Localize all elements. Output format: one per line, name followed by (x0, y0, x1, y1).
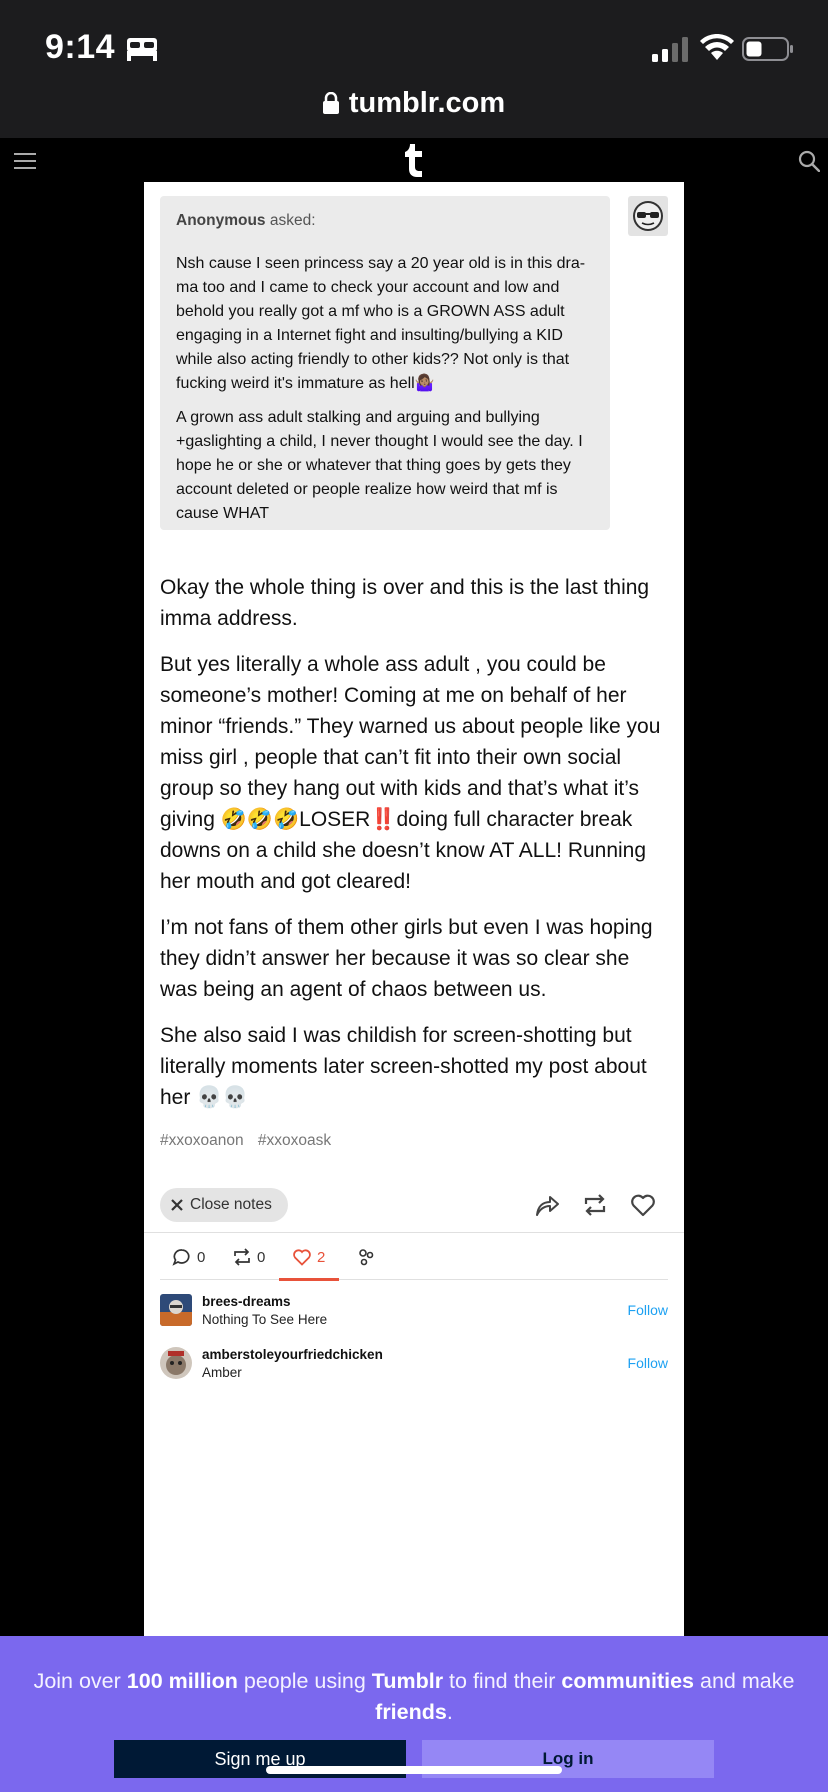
note-blog-title: Nothing To See Here (202, 1312, 328, 1327)
reblogs-count: 0 (257, 1248, 266, 1266)
wifi-icon (700, 34, 734, 60)
signal-icon (652, 37, 688, 62)
community-icon (359, 1249, 374, 1266)
status-bar: 9:14 (0, 0, 828, 88)
close-notes-button[interactable]: Close notes (160, 1188, 288, 1222)
notes-tabs: 0 0 2 (160, 1234, 668, 1281)
tag-link[interactable]: #xxoxoask (258, 1132, 331, 1149)
answer-body: Okay the whole thing is over and this is… (160, 572, 672, 1128)
follow-button[interactable]: Follow (628, 1302, 668, 1318)
note-item[interactable]: brees-dreams Nothing To See Here Follow (160, 1294, 668, 1330)
lock-icon (322, 92, 339, 114)
ask-box: Anonymous asked: Nsh cause I seen prince… (160, 196, 610, 530)
status-time: 9:14 (45, 28, 116, 66)
active-tab-indicator (279, 1278, 339, 1281)
note-item[interactable]: amberstoleyourfriedchicken Amber Follow (160, 1347, 668, 1383)
anonymous-sunglasses-icon (633, 201, 663, 231)
browser-url-bar[interactable]: tumblr.com (0, 86, 828, 138)
heart-icon (293, 1249, 311, 1266)
search-icon[interactable] (798, 150, 820, 172)
battery-icon (742, 37, 793, 61)
anonymous-avatar (628, 196, 668, 236)
tab-reblogs[interactable]: 0 (232, 1234, 265, 1280)
tab-likes[interactable]: 2 (292, 1234, 325, 1280)
site-header (0, 138, 828, 182)
menu-icon[interactable] (14, 152, 36, 170)
tab-community[interactable] (356, 1234, 376, 1280)
answer-paragraph: I’m not fans of them other girls but eve… (160, 916, 653, 1001)
close-notes-label: Close notes (190, 1196, 272, 1213)
tumblr-logo-icon[interactable] (404, 142, 426, 178)
replies-count: 0 (197, 1248, 206, 1266)
home-indicator[interactable] (266, 1766, 562, 1774)
signup-highlight: 100 million (126, 1669, 238, 1693)
tab-replies[interactable]: 0 (172, 1234, 205, 1280)
url-text: tumblr.com (348, 86, 506, 119)
note-blog-title: Amber (202, 1365, 242, 1380)
answer-paragraph: But yes literally a whole ass adult , yo… (160, 653, 661, 893)
signup-text-part: Join over (33, 1669, 127, 1693)
asked-label: asked: (269, 212, 316, 229)
note-username[interactable]: brees-dreams (202, 1294, 291, 1309)
answer-paragraph: She also said I was childish for screen-… (160, 1024, 647, 1109)
bed-icon (127, 38, 157, 61)
likes-count: 2 (317, 1248, 326, 1266)
signup-highlight: friends (375, 1700, 447, 1724)
post-card: Anonymous asked: Nsh cause I seen prince… (144, 182, 684, 1642)
asker-name[interactable]: Anonymous (176, 212, 266, 229)
ask-paragraph: A grown ass adult stalking and arguing a… (176, 409, 583, 522)
follow-button[interactable]: Follow (628, 1355, 668, 1371)
notes-divider (144, 1232, 684, 1233)
signup-text-part: to find their (443, 1669, 562, 1693)
ask-header: Anonymous asked: (176, 212, 594, 230)
avatar-image (160, 1294, 192, 1326)
signup-highlight: Tumblr (371, 1669, 444, 1693)
close-icon (171, 1199, 183, 1211)
signup-text-part: and make (694, 1669, 795, 1693)
reblog-icon (234, 1248, 250, 1266)
avatar-image (160, 1347, 192, 1379)
tag-link[interactable]: #xxoxoanon (160, 1132, 244, 1149)
signup-text-part: . (446, 1700, 453, 1724)
signup-text: Join over 100 million people using Tumbl… (30, 1666, 798, 1728)
avatar[interactable] (160, 1347, 192, 1379)
post-tags: #xxoxoanon #xxoxoask (160, 1132, 341, 1150)
share-icon[interactable] (534, 1192, 560, 1218)
ask-paragraph: Nsh cause I seen princess say a 20 year … (176, 255, 586, 392)
reblog-icon[interactable] (582, 1192, 608, 1218)
avatar[interactable] (160, 1294, 192, 1326)
comment-icon (172, 1249, 190, 1266)
signup-highlight: communities (561, 1669, 695, 1693)
signup-text-part: people using (237, 1669, 372, 1693)
heart-icon[interactable] (630, 1192, 656, 1218)
answer-paragraph: Okay the whole thing is over and this is… (160, 576, 650, 630)
note-username[interactable]: amberstoleyourfriedchicken (202, 1347, 383, 1362)
